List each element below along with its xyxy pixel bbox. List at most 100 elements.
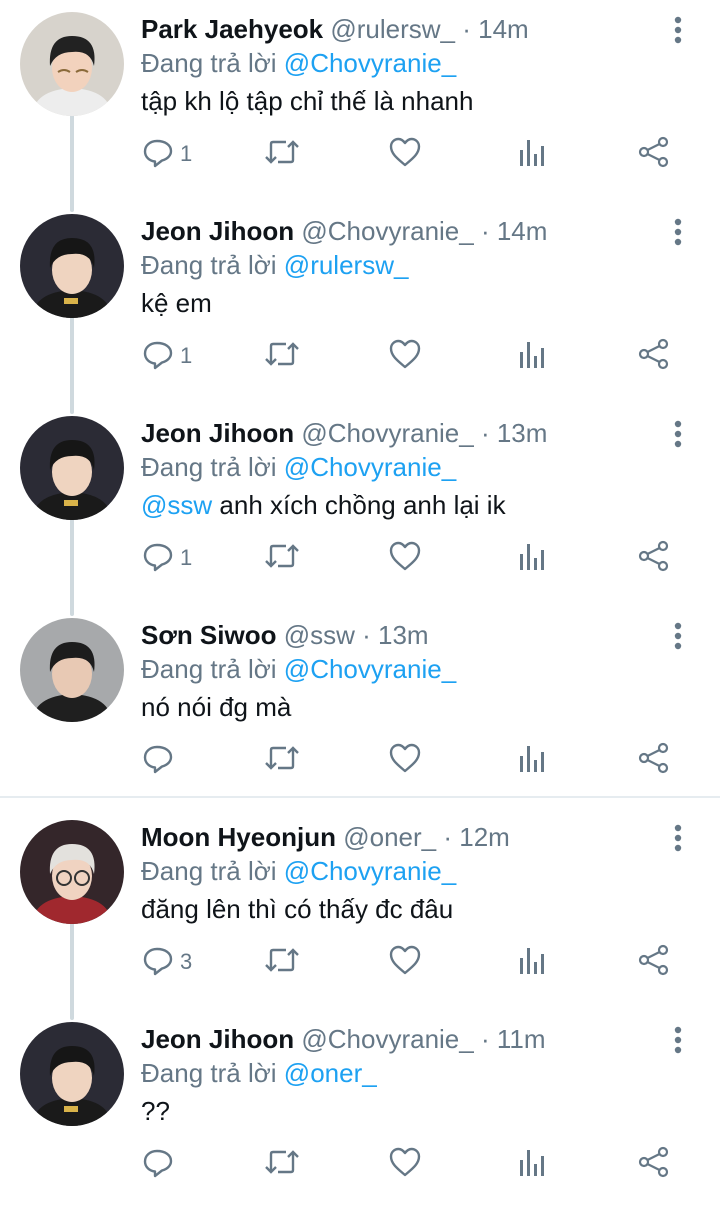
replying-to-mention[interactable]: @Chovyranie_ — [284, 452, 456, 482]
share-button[interactable] — [638, 336, 670, 376]
tweet-text-body: đăng lên thì có thấy đc đâu — [141, 894, 454, 924]
replying-to-prefix: Đang trả lời — [141, 856, 277, 886]
avatar[interactable] — [20, 618, 124, 722]
replying-to-prefix: Đang trả lời — [141, 654, 277, 684]
author-handle[interactable]: @ssw — [284, 620, 355, 650]
analytics-button[interactable] — [516, 538, 546, 578]
like-icon — [388, 540, 422, 577]
replying-to-prefix: Đang trả lời — [141, 250, 277, 280]
reply-button[interactable]: 3 — [142, 942, 192, 982]
tweet-text-body: ?? — [141, 1096, 170, 1126]
author-handle[interactable]: @rulersw_ — [330, 14, 455, 44]
reply-button[interactable] — [142, 740, 174, 780]
analytics-icon — [516, 540, 546, 577]
reply-button[interactable] — [142, 1144, 174, 1184]
retweet-button[interactable] — [262, 538, 302, 578]
timestamp[interactable]: 13m — [378, 620, 429, 650]
share-icon — [638, 540, 670, 577]
tweet-text-body: nó nói đg mà — [141, 692, 292, 722]
more-icon[interactable] — [664, 414, 692, 454]
author-handle[interactable]: @Chovyranie_ — [301, 418, 473, 448]
tweet-text: ?? — [141, 1094, 170, 1128]
author-name[interactable]: Moon Hyeonjun — [141, 822, 336, 852]
tweet-text-body: kệ em — [141, 288, 212, 318]
retweet-icon — [262, 136, 302, 173]
author-name[interactable]: Park Jaehyeok — [141, 14, 323, 44]
tweet-text: tập kh lộ tập chỉ thế là nhanh — [141, 84, 473, 118]
analytics-button[interactable] — [516, 336, 546, 376]
analytics-icon — [516, 338, 546, 375]
author-name[interactable]: Jeon Jihoon — [141, 418, 294, 448]
tweet-text: nó nói đg mà — [141, 690, 291, 724]
reply-button[interactable]: 1 — [142, 336, 192, 376]
share-button[interactable] — [638, 538, 670, 578]
share-icon — [638, 1146, 670, 1183]
like-button[interactable] — [388, 538, 422, 578]
author-handle[interactable]: @Chovyranie_ — [301, 216, 473, 246]
like-button[interactable] — [388, 336, 422, 376]
tweet-text-mention[interactable]: @ssw — [141, 490, 212, 520]
share-button[interactable] — [638, 740, 670, 780]
share-button[interactable] — [638, 942, 670, 982]
avatar[interactable] — [20, 12, 124, 116]
share-button[interactable] — [638, 134, 670, 174]
tweet-text-body: anh xích chồng anh lại ik — [212, 490, 506, 520]
tweet-text: @ssw anh xích chồng anh lại ik — [141, 488, 506, 522]
retweet-button[interactable] — [262, 942, 302, 982]
separator-dot: · — [473, 418, 497, 448]
more-icon[interactable] — [664, 1020, 692, 1060]
more-icon[interactable] — [664, 212, 692, 252]
replying-to-mention[interactable]: @Chovyranie_ — [284, 856, 456, 886]
avatar[interactable] — [20, 416, 124, 520]
like-button[interactable] — [388, 942, 422, 982]
reply-icon — [142, 742, 174, 779]
tweet-text: kệ em — [141, 286, 212, 320]
more-icon[interactable] — [664, 10, 692, 50]
retweet-button[interactable] — [262, 336, 302, 376]
analytics-button[interactable] — [516, 1144, 546, 1184]
like-button[interactable] — [388, 134, 422, 174]
tweet-actions: 3 — [0, 942, 720, 982]
replying-to-mention[interactable]: @rulersw_ — [284, 250, 409, 280]
analytics-button[interactable] — [516, 942, 546, 982]
timestamp[interactable]: 11m — [497, 1024, 546, 1054]
tweet-header: Sơn Siwoo @ssw · 13m — [141, 620, 429, 650]
retweet-button[interactable] — [262, 1144, 302, 1184]
share-button[interactable] — [638, 1144, 670, 1184]
more-icon[interactable] — [664, 818, 692, 858]
like-icon — [388, 338, 422, 375]
like-icon — [388, 1146, 422, 1183]
replying-to-prefix: Đang trả lời — [141, 452, 277, 482]
retweet-button[interactable] — [262, 134, 302, 174]
timestamp[interactable]: 12m — [459, 822, 510, 852]
retweet-button[interactable] — [262, 740, 302, 780]
replying-to-mention[interactable]: @Chovyranie_ — [284, 48, 456, 78]
timestamp[interactable]: 13m — [497, 418, 548, 448]
analytics-button[interactable] — [516, 740, 546, 780]
reply-count: 1 — [180, 545, 193, 570]
replying-to-mention[interactable]: @oner_ — [284, 1058, 377, 1088]
share-icon — [638, 136, 670, 173]
replying-to: Đang trả lời @Chovyranie_ — [141, 452, 456, 482]
analytics-icon — [516, 136, 546, 173]
reply-icon — [142, 338, 174, 375]
more-icon[interactable] — [664, 616, 692, 656]
avatar[interactable] — [20, 214, 124, 318]
timestamp[interactable]: 14m — [478, 14, 529, 44]
author-handle[interactable]: @Chovyranie_ — [301, 1024, 473, 1054]
timestamp[interactable]: 14m — [497, 216, 548, 246]
avatar[interactable] — [20, 1022, 124, 1126]
reply-button[interactable]: 1 — [142, 134, 192, 174]
retweet-icon — [262, 742, 302, 779]
author-handle[interactable]: @oner_ — [343, 822, 436, 852]
author-name[interactable]: Jeon Jihoon — [141, 216, 294, 246]
analytics-button[interactable] — [516, 134, 546, 174]
reply-button[interactable]: 1 — [142, 538, 192, 578]
avatar[interactable] — [20, 820, 124, 924]
like-button[interactable] — [388, 1144, 422, 1184]
author-name[interactable]: Sơn Siwoo — [141, 620, 276, 650]
author-name[interactable]: Jeon Jihoon — [141, 1024, 294, 1054]
replying-to-mention[interactable]: @Chovyranie_ — [284, 654, 456, 684]
like-button[interactable] — [388, 740, 422, 780]
retweet-icon — [262, 944, 302, 981]
